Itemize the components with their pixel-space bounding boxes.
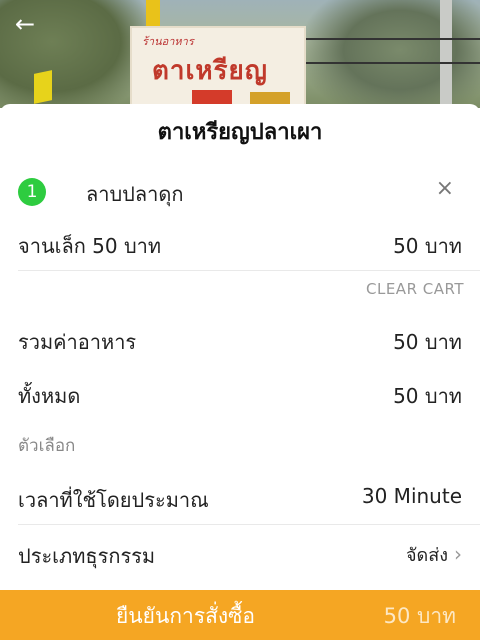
cart-sheet: ตาเหรียญปลาเผา 1 ลาบปลาดุก × จานเล็ก 50 … bbox=[0, 104, 480, 640]
pole-shape bbox=[440, 0, 452, 108]
wire-shape bbox=[300, 62, 480, 64]
transaction-type-value: จัดส่ง bbox=[405, 545, 448, 566]
item-price: 50 บาท bbox=[393, 234, 462, 258]
quantity-badge: 1 bbox=[18, 178, 46, 206]
transaction-type-label: ประเภทธุรกรรม bbox=[18, 544, 156, 568]
transaction-type-selector: จัดส่ง › bbox=[406, 540, 462, 569]
chevron-right-icon: › bbox=[454, 542, 462, 566]
tree-shape bbox=[300, 0, 480, 108]
restaurant-sign: ร้านอาหาร ตาเหรียญ bbox=[130, 26, 306, 108]
restaurant-name: ตาเหรียญปลาเผา bbox=[157, 120, 323, 145]
total-value: 50 บาท bbox=[393, 384, 462, 408]
confirm-order-amount: 50 บาท bbox=[383, 604, 456, 628]
wire-shape bbox=[300, 38, 480, 40]
cart-item: 1 ลาบปลาดุก × bbox=[18, 176, 462, 210]
item-option-label: จานเล็ก 50 บาท bbox=[18, 234, 162, 258]
flag-shape bbox=[146, 0, 160, 26]
subtotal-value: 50 บาท bbox=[393, 330, 462, 354]
options-section-header: ตัวเลือก bbox=[18, 436, 76, 456]
flag-shape bbox=[34, 70, 52, 104]
total-row: ทั้งหมด 50 บาท bbox=[18, 380, 462, 412]
eta-row: เวลาที่ใช้โดยประมาณ 30 Minute bbox=[18, 484, 462, 516]
restaurant-banner-image: ร้านอาหาร ตาเหรียญ bbox=[0, 0, 480, 108]
total-label: ทั้งหมด bbox=[18, 384, 81, 408]
sign-title: ตาเหรียญ bbox=[152, 56, 268, 86]
transaction-type-row[interactable]: ประเภทธุรกรรม จัดส่ง › bbox=[18, 540, 462, 572]
subtotal-label: รวมค่าอาหาร bbox=[18, 330, 137, 354]
eta-label: เวลาที่ใช้โดยประมาณ bbox=[18, 488, 209, 512]
confirm-order-button[interactable]: ยืนยันการสั่งซื้อ 50 บาท bbox=[0, 590, 480, 640]
close-icon[interactable]: × bbox=[436, 176, 454, 201]
clear-cart-button[interactable]: CLEAR CART bbox=[366, 280, 464, 298]
eta-value: 30 Minute bbox=[361, 484, 462, 508]
confirm-order-label: ยืนยันการสั่งซื้อ bbox=[116, 604, 256, 628]
arrow-left-icon: ← bbox=[14, 10, 36, 38]
item-option-row: จานเล็ก 50 บาท 50 บาท bbox=[18, 230, 462, 262]
divider bbox=[18, 270, 480, 271]
divider bbox=[18, 524, 480, 525]
subtotal-row: รวมค่าอาหาร 50 บาท bbox=[18, 326, 462, 358]
item-name: ลาบปลาดุก bbox=[86, 182, 184, 206]
sign-caption: ร้านอาหาร bbox=[142, 35, 194, 48]
back-button[interactable]: ← bbox=[10, 10, 40, 40]
